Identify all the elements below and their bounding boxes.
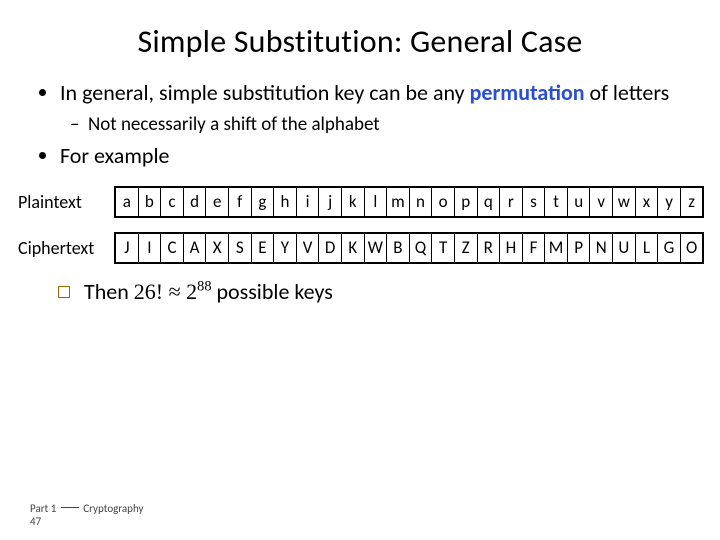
plaintext-cell: m [387,188,410,216]
plaintext-cell: g [252,188,275,216]
plaintext-cell: v [590,188,613,216]
plaintext-label: Plaintext [18,191,114,213]
plaintext-cell: c [161,188,184,216]
plaintext-cell: j [319,188,342,216]
bullet-list: In general, simple substitution key can … [38,79,682,170]
ciphertext-cell: E [252,234,275,262]
plaintext-cell: y [658,188,681,216]
plaintext-cell: o [432,188,455,216]
plaintext-row: Plaintext abcdefghijklmnopqrstuvwxyz [18,186,708,218]
conclusion-exponent: 88 [197,278,211,294]
substitution-tables: Plaintext abcdefghijklmnopqrstuvwxyz Cip… [0,186,720,264]
ciphertext-row: Ciphertext JICAXSEYVDKWBQTZRHFMPNULGO [18,232,708,264]
plaintext-cell: u [568,188,591,216]
plaintext-cell: t [545,188,568,216]
ciphertext-cell: B [387,234,410,262]
ciphertext-cell: J [116,234,139,262]
ciphertext-cell: X [206,234,229,262]
ciphertext-cell: P [568,234,591,262]
ciphertext-cell: N [590,234,613,262]
plaintext-cell: d [184,188,207,216]
conclusion-prefix: Then [84,278,134,305]
ciphertext-cell: L [636,234,659,262]
ciphertext-cell: I [139,234,162,262]
conclusion-suffix: possible keys [211,278,332,305]
ciphertext-cell: T [432,234,455,262]
footer-section: Cryptography [81,502,144,515]
plaintext-cell: z [681,188,703,216]
ciphertext-cell: Q [410,234,433,262]
plaintext-cell: h [274,188,297,216]
ciphertext-cell: R [478,234,501,262]
plaintext-cell: n [410,188,433,216]
ciphertext-cell: D [319,234,342,262]
ciphertext-label: Ciphertext [18,237,114,259]
plaintext-cell: r [500,188,523,216]
square-bullet-icon [58,286,70,298]
plaintext-cell: k [342,188,365,216]
plaintext-cell: b [139,188,162,216]
ciphertext-cell: K [342,234,365,262]
slide-body: In general, simple substitution key can … [0,79,720,170]
plaintext-cell: w [613,188,636,216]
footer-dash-icon [61,507,79,508]
plaintext-cell: q [478,188,501,216]
bullet-1-text-a: In general, simple substitution key can … [60,79,470,106]
ciphertext-cell: S [229,234,252,262]
conclusion-factorial: 26! [134,279,163,304]
footer-part: Part 1 [30,502,59,515]
ciphertext-cell: A [184,234,207,262]
bullet-1-text-b: of letters [585,79,670,106]
sub-bullet-list: Not necessarily a shift of the alphabet [60,113,682,137]
ciphertext-cell: M [545,234,568,262]
slide-footer: Part 1 Cryptography 47 [30,502,144,528]
ciphertext-cell: U [613,234,636,262]
ciphertext-cell: O [681,234,703,262]
bullet-2: For example [60,142,682,170]
plaintext-cell: l [365,188,388,216]
ciphertext-cell: C [161,234,184,262]
footer-page: 47 [30,515,41,528]
ciphertext-cell: Y [274,234,297,262]
sub-bullet-1: Not necessarily a shift of the alphabet [88,113,682,137]
bullet-1-permutation: permutation [470,79,585,106]
bullet-1: In general, simple substitution key can … [60,79,682,136]
plaintext-cell: x [636,188,659,216]
plaintext-cells: abcdefghijklmnopqrstuvwxyz [114,186,704,218]
ciphertext-cell: G [658,234,681,262]
plaintext-cell: p [455,188,478,216]
ciphertext-cell: W [365,234,388,262]
plaintext-cell: e [206,188,229,216]
slide: Simple Substitution: General Case In gen… [0,0,720,540]
conclusion-line: Then 26! ≈ 288 possible keys [0,278,720,305]
conclusion-approx: ≈ [163,279,186,304]
plaintext-cell: f [229,188,252,216]
ciphertext-cell: Z [455,234,478,262]
plaintext-cell: a [116,188,139,216]
plaintext-cell: s [523,188,546,216]
conclusion-base: 2 [186,279,197,304]
plaintext-cell: i [297,188,320,216]
ciphertext-cell: V [297,234,320,262]
ciphertext-cell: H [500,234,523,262]
ciphertext-cell: F [523,234,546,262]
ciphertext-cells: JICAXSEYVDKWBQTZRHFMPNULGO [114,232,704,264]
slide-title: Simple Substitution: General Case [0,0,720,79]
